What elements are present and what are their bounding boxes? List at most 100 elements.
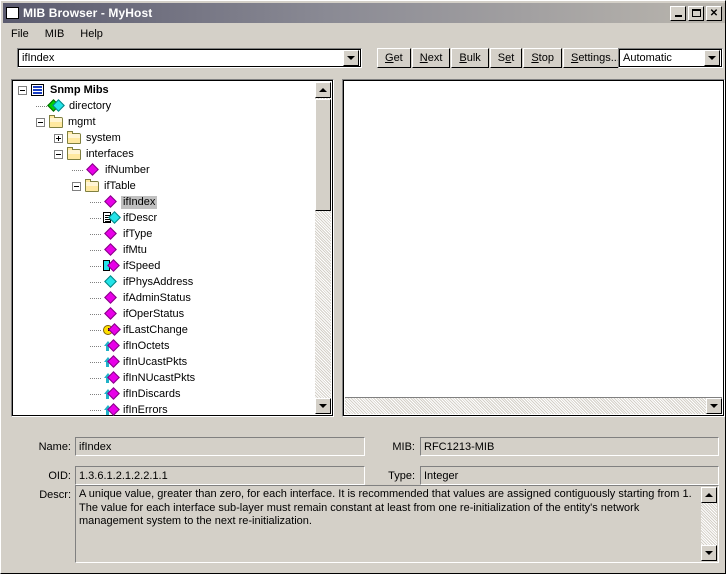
tree-node-label[interactable]: ifPhysAddress xyxy=(121,276,195,289)
name-field[interactable]: ifIndex xyxy=(75,437,365,456)
tree-node-ifinerrors[interactable]: ifInErrors xyxy=(14,402,317,416)
counter-magenta-diamond-icon xyxy=(103,403,120,416)
tree-node-ifinucastpkts[interactable]: ifInUcastPkts xyxy=(14,354,317,370)
collapse-icon[interactable] xyxy=(54,149,63,159)
window-title: MIB Browser - MyHost xyxy=(23,6,153,20)
tree-node-label[interactable]: ifTable xyxy=(102,180,138,193)
tree-node-system[interactable]: system xyxy=(14,130,317,146)
maximize-button[interactable] xyxy=(688,5,704,21)
tree-node-label[interactable]: ifInUcastPkts xyxy=(121,356,189,369)
tree-node-label[interactable]: ifDescr xyxy=(121,212,159,225)
collapse-icon[interactable] xyxy=(72,181,81,191)
tree-node-interfaces[interactable]: interfaces xyxy=(14,146,317,162)
oid-field[interactable]: 1.3.6.1.2.1.2.2.1.1 xyxy=(75,466,365,485)
stop-button[interactable]: Stop xyxy=(523,48,562,68)
descr-field[interactable]: A unique value, greater than zero, for e… xyxy=(75,485,719,563)
tree-node-ifnumber[interactable]: ifNumber xyxy=(14,162,317,178)
expand-icon[interactable] xyxy=(54,133,63,143)
clock-magenta-diamond-icon xyxy=(103,323,121,337)
tree-node-label[interactable]: ifInErrors xyxy=(121,404,170,417)
tree-connector xyxy=(72,169,83,171)
tree-node-ifindiscards[interactable]: ifInDiscards xyxy=(14,386,317,402)
tree-node-iflastchange[interactable]: ifLastChange xyxy=(14,322,317,338)
tree-node-label[interactable]: ifMtu xyxy=(121,244,149,257)
menu-item-file[interactable]: File xyxy=(3,26,37,42)
tree-node-ifadminstatus[interactable]: ifAdminStatus xyxy=(14,290,317,306)
collapse-icon[interactable] xyxy=(18,85,27,95)
menu-item-help[interactable]: Help xyxy=(72,26,111,42)
tree-connector xyxy=(90,345,101,347)
mib-tree[interactable]: Snmp Mibs directory mgmt system interfaces if… xyxy=(14,82,317,416)
tree-connector xyxy=(36,105,47,107)
tree-node-ifindex[interactable]: ifIndex xyxy=(14,194,317,210)
tree-node-label[interactable]: system xyxy=(84,132,123,145)
maximize-icon xyxy=(691,9,701,17)
tree-node-ifinoctets[interactable]: ifInOctets xyxy=(14,338,317,354)
get-button[interactable]: Get xyxy=(377,48,411,68)
tree-node-directory[interactable]: directory xyxy=(14,98,317,114)
chevron-down-icon[interactable] xyxy=(704,50,720,66)
magenta-diamond-icon xyxy=(103,195,119,209)
mib-tree-panel[interactable]: Snmp Mibs directory mgmt system interfaces if… xyxy=(11,79,334,417)
tree-node-iftype[interactable]: ifType xyxy=(14,226,317,242)
tree-node-snmp mibs[interactable]: Snmp Mibs xyxy=(14,82,317,98)
tree-node-label[interactable]: ifType xyxy=(121,228,154,241)
tree-node-ifdescr[interactable]: ifDescr xyxy=(14,210,317,226)
gauge-magenta-diamond-icon xyxy=(103,259,120,273)
folder-icon xyxy=(66,131,82,145)
tree-node-ifspeed[interactable]: ifSpeed xyxy=(14,258,317,274)
counter-magenta-diamond-icon xyxy=(103,371,120,385)
get-button-rest: et xyxy=(393,52,403,64)
mib-label: MIB: xyxy=(392,441,415,453)
tree-node-ifphysaddress[interactable]: ifPhysAddress xyxy=(14,274,317,290)
tree-connector xyxy=(90,361,101,363)
scroll-up-icon[interactable] xyxy=(315,82,331,98)
tree-node-label[interactable]: Snmp Mibs xyxy=(48,84,111,97)
scroll-up-icon[interactable] xyxy=(701,487,717,503)
tree-node-label[interactable]: ifInOctets xyxy=(121,340,171,353)
close-button[interactable]: ✕ xyxy=(706,5,722,21)
mib-field[interactable]: RFC1213-MIB xyxy=(420,437,719,456)
mode-combobox[interactable]: Automatic xyxy=(618,48,723,68)
scrollbar-thumb[interactable] xyxy=(315,99,331,211)
tree-node-ifinnucastpkts[interactable]: ifInNUcastPkts xyxy=(14,370,317,386)
tree-node-label[interactable]: ifAdminStatus xyxy=(121,292,193,305)
window-controls: ✕ xyxy=(668,5,722,21)
scroll-down-icon[interactable] xyxy=(701,545,717,561)
tree-node-mgmt[interactable]: mgmt xyxy=(14,114,317,130)
collapse-icon[interactable] xyxy=(36,117,45,127)
tree-node-ifoperstatus[interactable]: ifOperStatus xyxy=(14,306,317,322)
toolbar: ifIndex Get Next Bulk Set Stop Settings.… xyxy=(3,46,725,72)
tree-node-label[interactable]: ifInNUcastPkts xyxy=(121,372,197,385)
tree-node-iftable[interactable]: ifTable xyxy=(14,178,317,194)
tree-node-label[interactable]: interfaces xyxy=(84,148,136,161)
tree-node-label[interactable]: ifIndex xyxy=(121,195,158,209)
oid-combobox[interactable]: ifIndex xyxy=(17,48,362,68)
tree-node-ifmtu[interactable]: ifMtu xyxy=(14,242,317,258)
next-button[interactable]: Next xyxy=(411,48,451,68)
tree-node-label[interactable]: ifInDiscards xyxy=(121,388,182,401)
scroll-right-icon[interactable] xyxy=(706,398,722,414)
chevron-down-icon[interactable] xyxy=(343,50,359,66)
toolbar-buttons: Get Next Bulk Set Stop Settings... xyxy=(377,48,629,68)
minimize-button[interactable] xyxy=(670,5,686,21)
counter-magenta-diamond-icon xyxy=(103,339,120,353)
tree-node-label[interactable]: ifOperStatus xyxy=(121,308,186,321)
magenta-diamond-icon xyxy=(103,227,119,241)
counter-magenta-diamond-icon xyxy=(103,355,120,369)
descr-vertical-scrollbar[interactable] xyxy=(701,487,717,561)
tree-node-label[interactable]: ifLastChange xyxy=(121,324,190,337)
tree-vertical-scrollbar[interactable] xyxy=(315,82,331,414)
tree-node-label[interactable]: directory xyxy=(67,100,113,113)
tree-node-label[interactable]: mgmt xyxy=(66,116,98,129)
menu-item-mib[interactable]: MIB xyxy=(37,26,73,42)
set-button[interactable]: Set xyxy=(489,48,523,68)
type-field[interactable]: Integer xyxy=(420,466,719,485)
result-horizontal-scrollbar[interactable] xyxy=(345,397,722,414)
bulk-button[interactable]: Bulk xyxy=(451,48,489,68)
tree-node-label[interactable]: ifSpeed xyxy=(121,260,162,273)
result-panel[interactable] xyxy=(342,79,725,417)
scroll-down-icon[interactable] xyxy=(315,398,331,414)
tree-connector xyxy=(90,297,101,299)
tree-node-label[interactable]: ifNumber xyxy=(103,164,152,177)
